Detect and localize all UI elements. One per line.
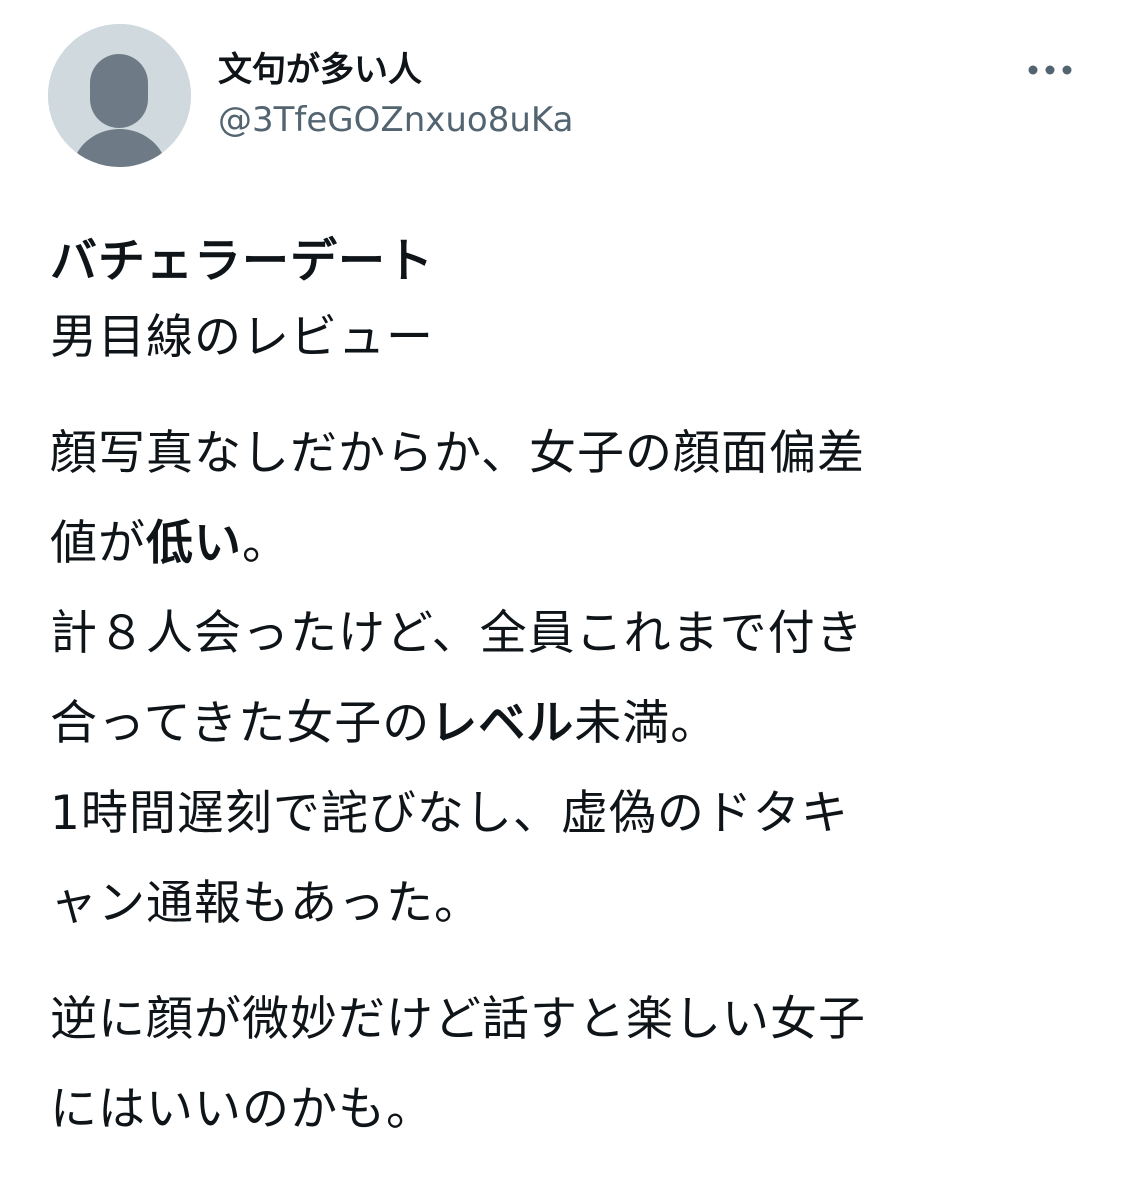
tweet-title: バチェラーデート [50, 234, 434, 289]
tweet-line: 1時間遅刻で詫びなし、虚偽のドタキ [50, 786, 849, 841]
author-display-name[interactable]: 文句が多い人 [218, 48, 422, 92]
tweet-text-segment: 値が [50, 516, 146, 571]
avatar[interactable] [48, 24, 191, 167]
tweet-subtitle: 男目線のレビュー [50, 310, 434, 365]
tweet-text-segment: 。 [242, 516, 290, 571]
tweet-text-segment: 合ってきた女子の [50, 696, 431, 751]
tweet-bold-text: レベル [430, 696, 575, 751]
author-handle[interactable]: @3TfeGOZnxuo8uKa [218, 98, 573, 142]
more-options-icon[interactable] [1024, 52, 1076, 88]
tweet-text-segment: 未満。 [574, 696, 719, 751]
tweet-line: にはいいのかも。 [50, 1082, 434, 1137]
tweet-text: バチェラーデート 男目線のレビュー 顔写真なしだからか、女子の顔面偏差 値が低い… [50, 232, 1090, 1170]
default-avatar-icon [48, 24, 191, 167]
tweet-line: 合ってきた女子のレベル未満。 [50, 694, 1090, 784]
tweet-line: ャン通報もあった。 [50, 876, 482, 931]
tweet-bold-text: 低い [146, 516, 242, 571]
tweet-line: 計８人会ったけど、全員これまで付き [50, 606, 864, 661]
tweet-line: 顔写真なしだからか、女子の顔面偏差 [50, 426, 866, 481]
tweet-line: 逆に顔が微妙だけど話すと楽しい女子 [50, 992, 866, 1047]
tweet-line: 値が低い。 [50, 514, 1090, 604]
